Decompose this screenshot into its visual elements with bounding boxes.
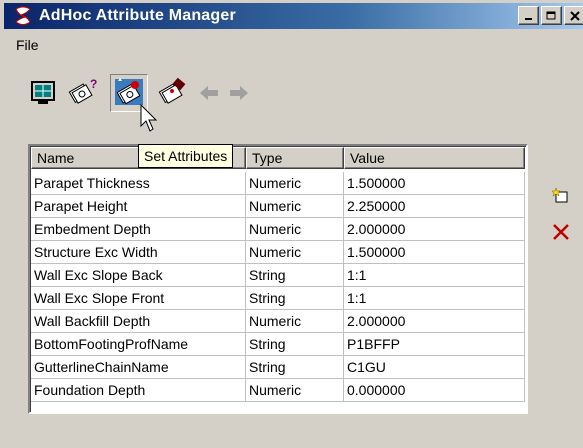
app-window: AdHoc Attribute Manager File ? Name Type…	[0, 0, 583, 448]
cell-name: BottomFootingProfName	[31, 333, 246, 356]
cell-value: 2.000000	[344, 310, 525, 333]
menu-bar: File	[4, 34, 579, 56]
minimize-button[interactable]	[518, 6, 539, 25]
microstation-logo-icon	[12, 6, 34, 26]
close-button[interactable]	[564, 6, 583, 25]
mouse-pointer-icon	[140, 103, 160, 137]
cell-type: String	[246, 287, 344, 310]
back-arrow-icon[interactable]	[198, 84, 220, 105]
cell-name: Foundation Depth	[31, 379, 246, 402]
view-icon[interactable]	[30, 80, 56, 109]
cell-name: Wall Exc Slope Front	[31, 287, 246, 310]
window-title: AdHoc Attribute Manager	[39, 7, 236, 24]
table-row[interactable]: Parapet Height Numeric 2.250000	[31, 195, 525, 218]
table-row[interactable]: Structure Exc Width Numeric 1.500000	[31, 241, 525, 264]
cell-value: 1:1	[344, 264, 525, 287]
cell-name: Structure Exc Width	[31, 241, 246, 264]
table-row[interactable]: Embedment Depth Numeric 2.000000	[31, 218, 525, 241]
cell-type: Numeric	[246, 218, 344, 241]
title-bar[interactable]: AdHoc Attribute Manager	[4, 3, 583, 29]
clear-attributes-icon[interactable]	[158, 76, 188, 109]
table-row[interactable]: Wall Exc Slope Front String 1:1	[31, 287, 525, 310]
cell-value: 1.500000	[344, 241, 525, 264]
cell-name: GutterlineChainName	[31, 356, 246, 379]
cell-value: 0.000000	[344, 379, 525, 402]
cell-type: Numeric	[246, 241, 344, 264]
svg-text:?: ?	[90, 77, 97, 91]
table-row[interactable]: Foundation Depth Numeric 0.000000	[31, 379, 525, 402]
cell-name: Wall Backfill Depth	[31, 310, 246, 333]
cell-value: C1GU	[344, 356, 525, 379]
column-header-type[interactable]: Type	[246, 147, 344, 169]
cell-name: Wall Exc Slope Back	[31, 264, 246, 287]
attribute-table[interactable]: Name Type Value Parapet Thickness Numeri…	[28, 144, 528, 414]
maximize-button[interactable]	[541, 6, 562, 25]
cell-value: 1.500000	[344, 172, 525, 195]
table-row[interactable]: GutterlineChainName String C1GU	[31, 356, 525, 379]
forward-arrow-icon[interactable]	[228, 84, 250, 105]
cell-name: Parapet Height	[31, 195, 246, 218]
toolbar: ?	[30, 74, 290, 120]
table-row[interactable]: Wall Backfill Depth Numeric 2.000000	[31, 310, 525, 333]
menu-file[interactable]: File	[16, 37, 39, 53]
cell-type: Numeric	[246, 379, 344, 402]
cell-value: 2.250000	[344, 195, 525, 218]
cell-name: Embedment Depth	[31, 218, 246, 241]
cell-name: Parapet Thickness	[31, 172, 246, 195]
tooltip: Set Attributes	[138, 144, 234, 168]
cell-type: Numeric	[246, 172, 344, 195]
cell-type: Numeric	[246, 195, 344, 218]
new-attribute-icon[interactable]	[551, 186, 572, 209]
table-row[interactable]: BottomFootingProfName String P1BFFP	[31, 333, 525, 356]
cell-type: String	[246, 356, 344, 379]
column-header-value[interactable]: Value	[344, 147, 525, 169]
cell-value: 1:1	[344, 287, 525, 310]
table-row[interactable]: Wall Exc Slope Back String 1:1	[31, 264, 525, 287]
window-controls	[516, 6, 583, 25]
query-attributes-icon[interactable]: ?	[68, 76, 102, 109]
cell-type: Numeric	[246, 310, 344, 333]
cell-type: String	[246, 264, 344, 287]
table-body: Parapet Thickness Numeric 1.500000 Parap…	[31, 172, 525, 402]
table-row[interactable]: Parapet Thickness Numeric 1.500000	[31, 172, 525, 195]
delete-attribute-icon[interactable]	[551, 222, 571, 245]
cell-value: P1BFFP	[344, 333, 525, 356]
table-header: Name Type Value	[31, 147, 525, 169]
cell-value: 2.000000	[344, 218, 525, 241]
cell-type: String	[246, 333, 344, 356]
